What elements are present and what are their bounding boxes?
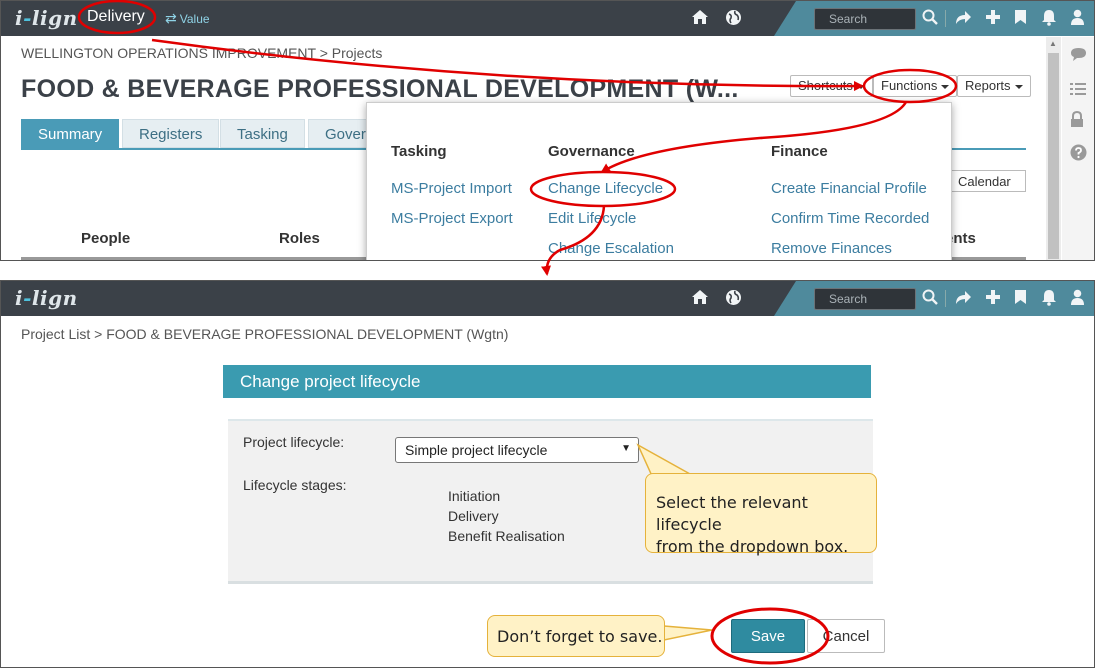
reports-button[interactable]: Reports	[957, 75, 1031, 97]
switch-arrows-icon: ⇄	[165, 10, 177, 26]
menu-column-finance: Finance Create Financial Profile Confirm…	[771, 143, 929, 260]
globe-icon[interactable]	[725, 9, 742, 30]
logo-text-start: i	[15, 6, 24, 30]
lock-icon[interactable]	[1070, 110, 1084, 133]
column-header-roles: Roles	[279, 230, 320, 247]
logo-dot: -	[23, 286, 32, 310]
logo-text-end: lign	[31, 6, 78, 30]
chevron-down-icon	[856, 84, 865, 89]
help-icon[interactable]	[1070, 144, 1087, 166]
plus-icon[interactable]	[985, 9, 1001, 29]
home-icon[interactable]	[691, 9, 709, 29]
menu-heading-finance: Finance	[771, 143, 828, 160]
menu-heading-tasking: Tasking	[391, 143, 447, 160]
search-icon[interactable]	[922, 9, 938, 29]
calendar-button[interactable]: Calendar	[940, 170, 1026, 192]
save-button[interactable]: Save	[731, 619, 805, 653]
app-name-delivery[interactable]: Delivery	[87, 8, 145, 26]
tab-summary[interactable]: Summary	[21, 119, 120, 148]
share-icon[interactable]	[954, 9, 972, 29]
bookmark-icon[interactable]	[1014, 9, 1027, 29]
tab-tasking[interactable]: Tasking	[220, 119, 305, 148]
bookmark-icon[interactable]	[1014, 289, 1027, 309]
logo-dot: -	[23, 6, 32, 30]
menu-item-confirm-time-recorded[interactable]: Confirm Time Recorded	[771, 210, 929, 240]
chevron-down-icon	[941, 84, 950, 89]
menu-item-remove-finances[interactable]: Remove Finances	[771, 240, 929, 260]
functions-dropdown-menu: Tasking MS-Project Import MS-Project Exp…	[366, 102, 952, 260]
toolbar-divider	[945, 290, 946, 307]
toolbar-divider	[945, 10, 946, 27]
stage-item: Initiation	[448, 488, 501, 504]
comment-icon[interactable]	[1070, 47, 1087, 67]
logo-text-start: i	[15, 286, 24, 310]
dialog-title: Change project lifecycle	[223, 365, 871, 398]
save-tip-callout: Don’t forget to save.	[487, 615, 665, 657]
search-icon[interactable]	[922, 289, 938, 309]
callout-text-line: from the dropdown box.	[656, 537, 849, 556]
project-lifecycle-select[interactable]: Simple project lifecycle ▼	[395, 437, 639, 463]
menu-heading-governance: Governance	[548, 143, 635, 160]
stage-item: Benefit Realisation	[448, 528, 565, 544]
list-icon[interactable]	[1070, 81, 1086, 101]
functions-label: Functions	[881, 78, 938, 93]
switch-label: Value	[179, 12, 210, 26]
user-icon[interactable]	[1070, 289, 1085, 309]
dropdown-tip-callout: Select the relevant lifecycle from the d…	[645, 473, 877, 556]
menu-item-edit-lifecycle[interactable]: Edit Lifecycle	[548, 210, 674, 240]
shortcuts-label: Shortcuts	[798, 78, 853, 93]
search-input[interactable]: Search	[814, 288, 916, 310]
menu-item-change-escalation[interactable]: Change Escalation	[548, 240, 674, 260]
menu-column-governance: Governance Change Lifecycle Edit Lifecyc…	[548, 143, 674, 260]
logo-text-end: lign	[31, 286, 78, 310]
shortcuts-button[interactable]: Shortcuts	[790, 75, 873, 97]
menu-item-create-financial-profile[interactable]: Create Financial Profile	[771, 180, 929, 210]
app-logo[interactable]: i-lign	[15, 286, 78, 310]
menu-column-tasking: Tasking MS-Project Import MS-Project Exp…	[391, 143, 513, 240]
breadcrumb[interactable]: Project List > FOOD & BEVERAGE PROFESSIO…	[21, 326, 508, 342]
reports-label: Reports	[965, 78, 1011, 93]
column-header-people: People	[81, 230, 131, 247]
project-lifecycle-label: Project lifecycle:	[243, 434, 345, 450]
switch-to-value-link[interactable]: ⇄ Value	[165, 10, 210, 27]
search-input[interactable]: Search	[814, 8, 916, 30]
lifecycle-stages-label: Lifecycle stages:	[243, 477, 347, 493]
functions-menu-screen: i-lign Delivery ⇄ Value Search WELLINGTON	[0, 0, 1095, 261]
scroll-up-arrow-icon[interactable]: ▲	[1049, 39, 1057, 48]
scrollbar-thumb[interactable]	[1048, 53, 1059, 259]
functions-button[interactable]: Functions	[873, 75, 958, 97]
app-logo[interactable]: i-lign	[15, 6, 78, 30]
tab-registers[interactable]: Registers	[122, 119, 220, 148]
chevron-down-icon: ▼	[621, 443, 631, 454]
share-icon[interactable]	[954, 289, 972, 309]
user-icon[interactable]	[1070, 9, 1085, 29]
stage-item: Delivery	[448, 508, 499, 524]
plus-icon[interactable]	[985, 289, 1001, 309]
menu-item-ms-project-import[interactable]: MS-Project Import	[391, 180, 513, 210]
selected-lifecycle-value: Simple project lifecycle	[405, 442, 548, 458]
bell-icon[interactable]	[1041, 289, 1057, 310]
menu-item-change-lifecycle[interactable]: Change Lifecycle	[548, 180, 674, 210]
globe-icon[interactable]	[725, 289, 742, 310]
breadcrumb[interactable]: WELLINGTON OPERATIONS IMPROVEMENT > Proj…	[21, 45, 382, 61]
top-navigation-bar: i-lign Delivery ⇄ Value Search	[1, 1, 1094, 36]
top-navigation-bar: i-lign Search	[1, 281, 1094, 316]
home-icon[interactable]	[691, 289, 709, 309]
dialog-divider	[228, 581, 873, 584]
page-title: FOOD & BEVERAGE PROFESSIONAL DEVELOPMENT…	[21, 75, 739, 103]
bell-icon[interactable]	[1041, 9, 1057, 30]
menu-item-ms-project-export[interactable]: MS-Project Export	[391, 210, 513, 240]
callout-text-line: Select the relevant lifecycle	[656, 493, 808, 534]
cancel-button[interactable]: Cancel	[807, 619, 885, 653]
chevron-down-icon	[1014, 84, 1023, 89]
